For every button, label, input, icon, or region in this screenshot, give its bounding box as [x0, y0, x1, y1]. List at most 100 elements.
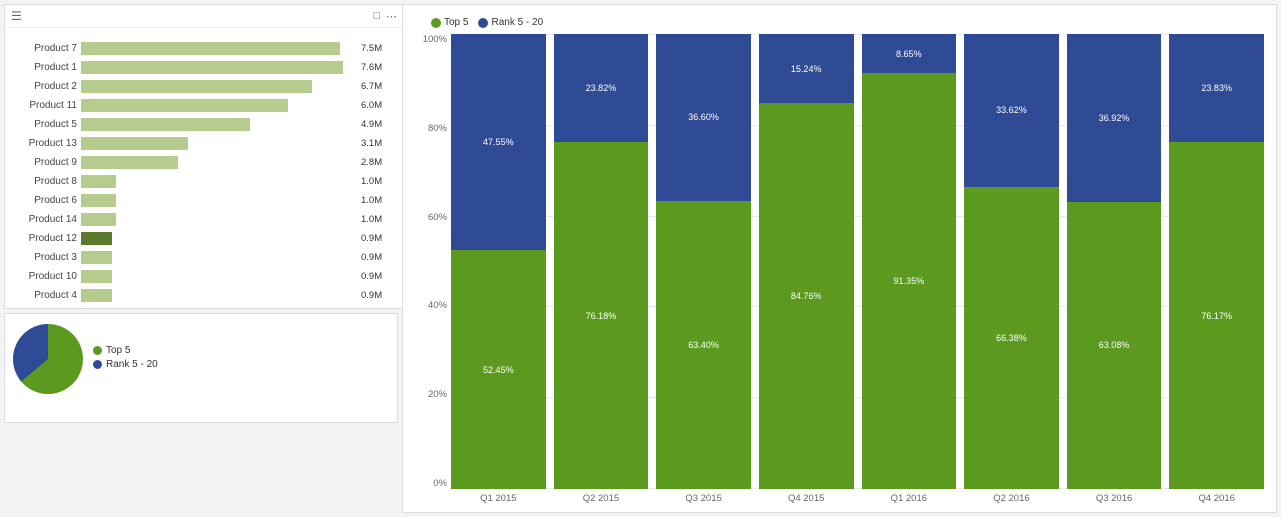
seg-blue: 8.65%	[862, 34, 957, 73]
bar-fill	[81, 118, 250, 131]
bar-fill	[81, 232, 112, 245]
bar-rows: Product 7 7.5M Product 1 7.6M Product 2 …	[13, 40, 395, 304]
x-label: Q1 2016	[862, 493, 957, 504]
panel-header-icons: □ ⋯	[373, 10, 397, 23]
seg-green: 66.38%	[964, 187, 1059, 489]
bar-value: 4.9M	[361, 119, 395, 130]
seg-green: 76.18%	[554, 142, 649, 489]
bar-value: 1.0M	[361, 214, 395, 225]
legend-dot	[431, 18, 441, 28]
bottom-left-panel: Top 5 Rank 5 - 20	[4, 313, 398, 423]
seg-blue: 23.82%	[554, 34, 649, 142]
bar-track	[81, 137, 357, 150]
bar-group: 47.55% 52.45%	[451, 34, 546, 489]
bar-row: Product 1 7.6M	[13, 59, 395, 76]
bar-label: Product 13	[13, 138, 81, 149]
bar-row: Product 7 7.5M	[13, 40, 395, 57]
legend-dot	[478, 18, 488, 28]
bar-row: Product 9 2.8M	[13, 154, 395, 171]
bar-track	[81, 175, 357, 188]
stacked-bar: 23.83% 76.17%	[1169, 34, 1264, 489]
bar-label: Product 4	[13, 290, 81, 301]
bar-fill	[81, 42, 340, 55]
stacked-bar: 47.55% 52.45%	[451, 34, 546, 489]
bar-group: 23.83% 76.17%	[1169, 34, 1264, 489]
bar-row: Product 10 0.9M	[13, 268, 395, 285]
bar-fill	[81, 99, 288, 112]
legend-item: Top 5	[431, 17, 468, 28]
x-label: Q4 2015	[759, 493, 854, 504]
bar-group: 8.65% 91.35%	[862, 34, 957, 489]
bar-fill	[81, 270, 112, 283]
bar-label: Product 6	[13, 195, 81, 206]
y-axis-label: 40%	[428, 300, 447, 311]
bar-label: Product 2	[13, 81, 81, 92]
bar-track	[81, 61, 357, 74]
stacked-chart: 100%80%60%40%20%0% 47.55% 52.45% 23.82% …	[415, 34, 1264, 504]
bar-group: 36.60% 63.40%	[656, 34, 751, 489]
more-icon[interactable]: ⋯	[386, 10, 397, 23]
bar-fill	[81, 61, 343, 74]
bar-group: 36.92% 63.08%	[1067, 34, 1162, 489]
pie-legend-item: Top 5	[93, 345, 158, 356]
bar-track	[81, 289, 357, 302]
seg-blue: 36.92%	[1067, 34, 1162, 202]
bar-fill	[81, 289, 112, 302]
stacked-bar: 33.62% 66.38%	[964, 34, 1059, 489]
bar-row: Product 4 0.9M	[13, 287, 395, 304]
x-label: Q3 2016	[1067, 493, 1162, 504]
legend-item: Rank 5 - 20	[478, 17, 543, 28]
bottom-left-content: Top 5 Rank 5 - 20	[13, 324, 389, 394]
bar-value: 1.0M	[361, 176, 395, 187]
bar-fill	[81, 251, 112, 264]
bar-row: Product 11 6.0M	[13, 97, 395, 114]
y-axis-label: 80%	[428, 123, 447, 134]
main-container: ☰ □ ⋯ Product 7 7.5M Product 1 7.6M Prod…	[0, 0, 1281, 517]
bar-value: 0.9M	[361, 233, 395, 244]
bar-value: 1.0M	[361, 195, 395, 206]
x-label: Q3 2015	[656, 493, 751, 504]
bar-value: 3.1M	[361, 138, 395, 149]
bar-fill	[81, 156, 178, 169]
bar-value: 0.9M	[361, 252, 395, 263]
pie-legend-label: Rank 5 - 20	[106, 359, 158, 370]
bar-chart-panel: ☰ □ ⋯ Product 7 7.5M Product 1 7.6M Prod…	[4, 4, 404, 309]
bar-track	[81, 251, 357, 264]
y-axis-label: 60%	[428, 212, 447, 223]
stacked-bar: 8.65% 91.35%	[862, 34, 957, 489]
bar-label: Product 5	[13, 119, 81, 130]
bar-value: 7.5M	[361, 43, 395, 54]
y-axis: 100%80%60%40%20%0%	[415, 34, 451, 489]
focus-icon[interactable]: □	[373, 10, 380, 22]
legend-items: Top 5 Rank 5 - 20	[431, 17, 543, 28]
stacked-bar: 36.92% 63.08%	[1067, 34, 1162, 489]
bar-track	[81, 156, 357, 169]
bar-fill	[81, 137, 188, 150]
x-label: Q2 2015	[554, 493, 649, 504]
y-axis-label: 100%	[423, 34, 447, 45]
bar-row: Product 2 6.7M	[13, 78, 395, 95]
seg-green: 52.45%	[451, 250, 546, 489]
bar-row: Product 3 0.9M	[13, 249, 395, 266]
legend-text: Top 5	[444, 17, 468, 28]
pie-legend-dot	[93, 360, 102, 369]
pie-legend-item: Rank 5 - 20	[93, 359, 158, 370]
bar-value: 0.9M	[361, 290, 395, 301]
bar-row: Product 12 0.9M	[13, 230, 395, 247]
legend-text: Rank 5 - 20	[491, 17, 543, 28]
y-axis-label: 0%	[433, 478, 447, 489]
bar-row: Product 13 3.1M	[13, 135, 395, 152]
bar-label: Product 8	[13, 176, 81, 187]
bar-group: 33.62% 66.38%	[964, 34, 1059, 489]
stacked-bar: 23.82% 76.18%	[554, 34, 649, 489]
stacked-bar: 15.24% 84.76%	[759, 34, 854, 489]
bar-label: Product 7	[13, 43, 81, 54]
bar-row: Product 5 4.9M	[13, 116, 395, 133]
legend: Top 5 Rank 5 - 20	[415, 17, 1264, 28]
bar-row: Product 6 1.0M	[13, 192, 395, 209]
bar-track	[81, 42, 357, 55]
x-axis: Q1 2015Q2 2015Q3 2015Q4 2015Q1 2016Q2 20…	[415, 493, 1264, 504]
seg-blue: 15.24%	[759, 34, 854, 103]
bar-track	[81, 99, 357, 112]
bars-area: 47.55% 52.45% 23.82% 76.18% 36.60% 63.40…	[451, 34, 1264, 489]
